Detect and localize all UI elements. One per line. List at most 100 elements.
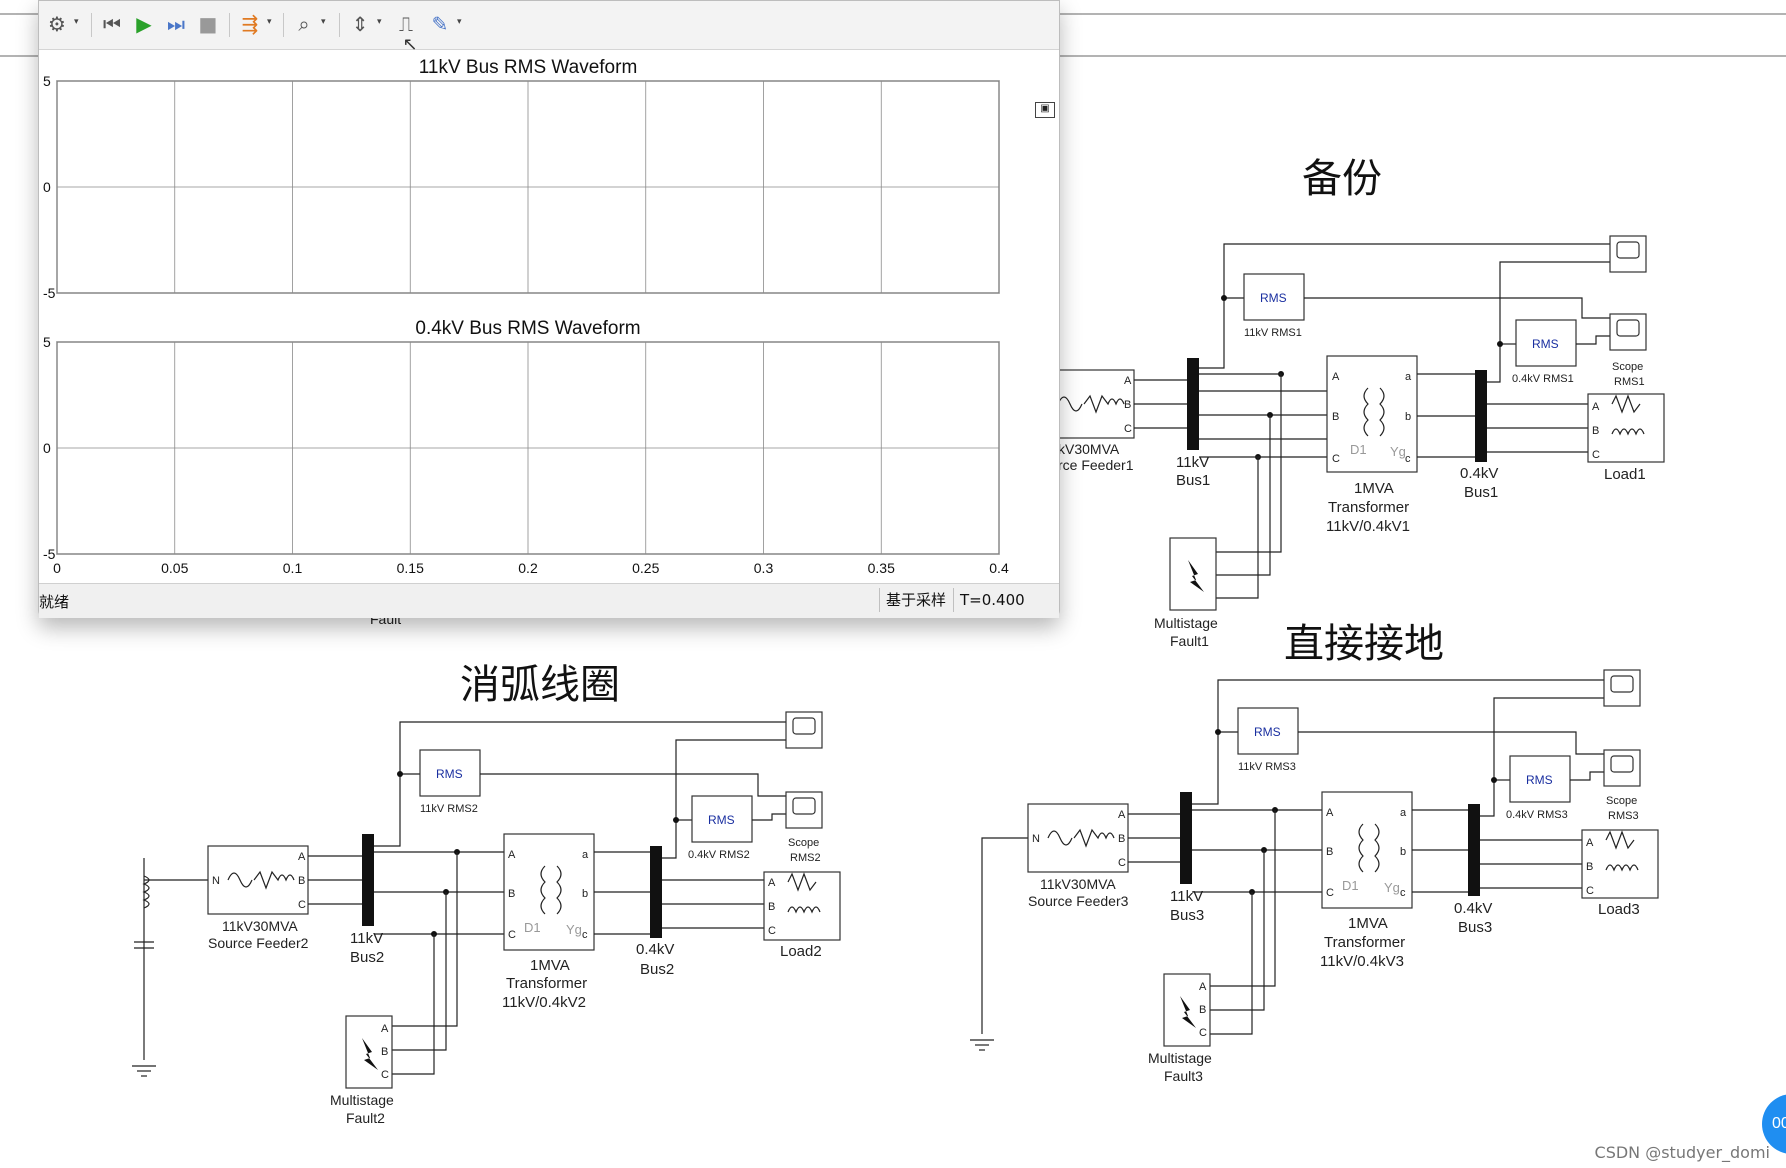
circuit-backup: A B C kV30MVA rce Feeder1 11kV Bus1 Mult… (1039, 235, 1665, 649)
x-tick-label: 0.4 (989, 560, 1009, 576)
section-title-direct-ground: 直接接地 (1284, 621, 1444, 667)
bus-04kv-3-label-2: Bus3 (1458, 919, 1492, 936)
fault1-label-1: Multistage (1154, 615, 1218, 631)
multistage-fault1-block[interactable] (1169, 537, 1217, 611)
bus-04kv-1[interactable] (1475, 370, 1487, 462)
port-label: C (508, 929, 516, 941)
port-label: C (1118, 857, 1126, 869)
chevron-down-icon[interactable]: ▾ (74, 17, 79, 27)
step-back-icon[interactable]: ⏮ (99, 11, 125, 37)
port-label: b (582, 888, 588, 900)
plot-title-2: 0.4kV Bus RMS Waveform (415, 318, 640, 339)
winding-label: D1 (524, 920, 541, 935)
port-label: B (1118, 833, 1125, 845)
rms-label: RMS (436, 767, 463, 781)
transformer3-label-1: 1MVA (1348, 915, 1388, 932)
chevron-down-icon[interactable]: ▾ (457, 17, 462, 27)
scope-rms1-label-1: Scope (1612, 361, 1643, 373)
port-label: c (1405, 453, 1411, 465)
bus-11kv-3[interactable] (1180, 792, 1192, 884)
scope-window[interactable]: ⚙ ▾ ⏮ ▶ ⏭ ■ ⇶ ▾ ⌕ ▾ ⇕ ▾ ⎍ ✎ ▾ ↖ ▣ 5 0 -5 11… (38, 0, 1060, 618)
scope-rms3-label-2: RMS3 (1608, 810, 1639, 822)
port-label: A (1592, 401, 1600, 413)
port-label: B (298, 875, 305, 887)
bus-04kv-1-label-2: Bus1 (1464, 484, 1498, 501)
port-label: B (1124, 399, 1131, 411)
y-tick-label: 5 (43, 73, 51, 89)
undock-icon[interactable]: ▣ (1035, 102, 1055, 118)
load3-label: Load3 (1598, 901, 1640, 918)
rms-label: RMS (1260, 291, 1287, 305)
zoom-icon[interactable]: ⌕ (291, 11, 317, 37)
y-tick-label: 5 (43, 334, 51, 350)
port-label: B (1586, 861, 1593, 873)
scope-plot-area: ▣ 5 0 -5 11kV Bus RMS Waveform 5 0 -5 0.4kV Bus… (39, 50, 1059, 583)
rms-label: RMS (1532, 337, 1559, 351)
port-label: A (1326, 807, 1334, 819)
scope-statusbar: 就绪 基于采样 T=0.400 (39, 583, 1059, 618)
port-label: a (1405, 371, 1412, 383)
port-label: A (1332, 371, 1340, 383)
port-label: c (582, 929, 588, 941)
highlight-icon[interactable]: ⇶ (237, 11, 263, 37)
winding-label: D1 (1342, 878, 1359, 893)
source-feeder3-block[interactable] (1027, 803, 1129, 873)
rms-label: RMS (1254, 725, 1281, 739)
plot-title-1: 11kV Bus RMS Waveform (419, 57, 638, 78)
port-label: A (381, 1023, 389, 1035)
port-label: C (1124, 423, 1132, 435)
rms-label: RMS (708, 813, 735, 827)
chevron-down-icon[interactable]: ▾ (321, 17, 326, 27)
port-label: B (508, 888, 515, 900)
x-tick-label: 0.15 (397, 560, 424, 576)
source-feeder1-label-1: kV30MVA (1058, 441, 1120, 457)
bus-11kv-2[interactable] (362, 834, 374, 926)
bus-11kv-3-label-1: 11kV (1170, 888, 1203, 905)
fault3-label-1: Multistage (1148, 1050, 1212, 1066)
x-tick-label: 0.1 (283, 560, 303, 576)
winding-label: Yg (1384, 880, 1400, 895)
transformer1-label-2: Transformer (1328, 499, 1409, 516)
status-sampling-mode: 基于采样 (879, 588, 946, 612)
chevron-down-icon[interactable]: ▾ (267, 17, 272, 27)
port-label: b (1405, 411, 1411, 423)
scope-plots-svg: 50-511kV Bus RMS Waveform50-50.4kV Bus R… (43, 57, 1009, 576)
run-icon[interactable]: ▶ (131, 11, 157, 37)
chevron-down-icon[interactable]: ▾ (377, 17, 382, 27)
gear-icon[interactable]: ⚙ (44, 11, 70, 37)
source-feeder2-block[interactable] (207, 845, 309, 915)
y-tick-label: 0 (43, 440, 51, 456)
port-label: A (768, 877, 776, 889)
port-label: A (1199, 981, 1207, 993)
autoscale-icon[interactable]: ⇕ (347, 11, 373, 37)
style-icon[interactable]: ✎ (427, 11, 453, 37)
rms-11kv-1-label: 11kV RMS1 (1244, 327, 1302, 339)
bus-11kv-1[interactable] (1187, 358, 1199, 450)
port-label: B (1332, 411, 1339, 423)
source-feeder2-label-2: Source Feeder2 (208, 935, 309, 951)
source-feeder3-label-2: Source Feeder3 (1028, 893, 1129, 909)
fault1-label-2: Fault1 (1170, 633, 1209, 649)
port-label: a (582, 849, 589, 861)
transformer1-label-1: 1MVA (1354, 480, 1394, 497)
scope-rms1-label-2: RMS1 (1614, 376, 1645, 388)
x-tick-label: 0.3 (754, 560, 774, 576)
port-label: C (298, 899, 306, 911)
y-tick-label: 0 (43, 179, 51, 195)
bus-04kv-3-label-1: 0.4kV (1454, 900, 1492, 917)
port-label: B (1199, 1004, 1206, 1016)
bus-04kv-2[interactable] (650, 846, 662, 938)
port-label: C (1586, 885, 1594, 897)
winding-label: Yg (1390, 444, 1406, 459)
port-label: a (1400, 807, 1407, 819)
transformer3-label-3: 11kV/0.4kV3 (1320, 953, 1404, 970)
port-label: N (1032, 833, 1040, 845)
load1-label: Load1 (1604, 466, 1646, 483)
stop-icon[interactable]: ■ (195, 11, 221, 37)
bus-04kv-3[interactable] (1468, 804, 1480, 896)
circuit-direct-ground: N A B C 11kV30MVA Source Feeder3 11kV Bu… (970, 669, 1659, 1084)
port-label: A (1118, 809, 1126, 821)
step-forward-icon[interactable]: ⏭ (163, 11, 189, 37)
bus-04kv-2-label-1: 0.4kV (636, 941, 674, 958)
port-label: C (768, 925, 776, 937)
